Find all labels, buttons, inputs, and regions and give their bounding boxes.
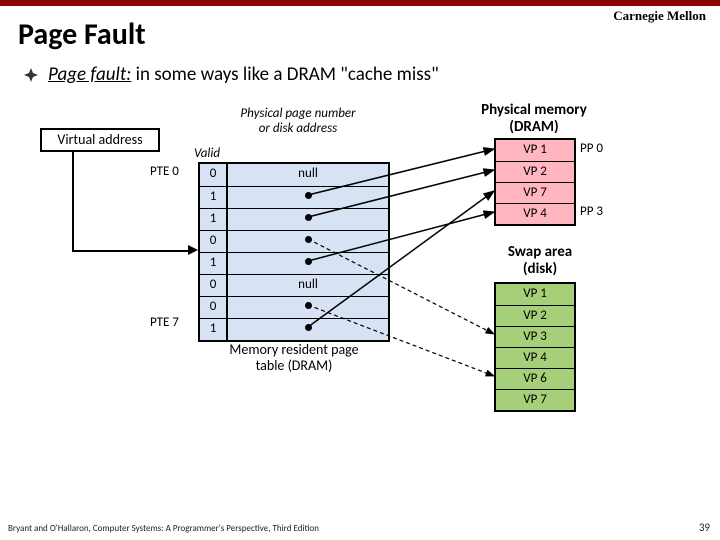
addr-cell xyxy=(228,209,388,230)
table-row: 1 xyxy=(200,252,388,274)
swap-row: VP 1 xyxy=(496,284,574,305)
table-row: 0null xyxy=(200,274,388,296)
mem-resident-caption: Memory resident page table (DRAM) xyxy=(214,342,374,374)
page-number: 39 xyxy=(699,521,710,534)
pm-table: VP 1VP 2VP 7VP 4 xyxy=(494,138,576,226)
bullet-rest: in some ways like a DRAM "cache miss" xyxy=(131,63,438,86)
pm-row: VP 1 xyxy=(496,140,574,161)
valid-cell: 0 xyxy=(200,297,228,318)
addr-cell: null xyxy=(228,164,388,186)
pointer-dot-icon xyxy=(305,302,312,309)
valid-cell: 1 xyxy=(200,253,228,274)
pm-header: Physical memory (DRAM) xyxy=(464,102,604,136)
table-row: 0 xyxy=(200,296,388,318)
bullet-row: Page fault: in some ways like a DRAM "ca… xyxy=(0,55,720,88)
pm-row: VP 7 xyxy=(496,182,574,203)
pointer-dot-icon xyxy=(305,324,312,331)
valid-cell: 1 xyxy=(200,319,228,340)
addr-cell xyxy=(228,231,388,252)
slide-title: Page Fault xyxy=(0,6,720,55)
pte0-label: PTE 0 xyxy=(150,164,179,179)
bullet-icon xyxy=(24,68,38,82)
footer-citation: Bryant and O'Hallaron, Computer Systems:… xyxy=(8,523,319,534)
connector-line xyxy=(72,250,190,252)
arrow-icon xyxy=(188,245,198,255)
pointer-dot-icon xyxy=(305,258,312,265)
valid-cell: 0 xyxy=(200,275,228,296)
swap-row: VP 6 xyxy=(496,368,574,389)
addr-cell xyxy=(228,297,388,318)
table-row: 1 xyxy=(200,186,388,208)
col-valid-header: Valid xyxy=(194,146,220,161)
table-row: 1 xyxy=(200,208,388,230)
valid-cell: 1 xyxy=(200,187,228,208)
pp3-label: PP 3 xyxy=(580,204,603,219)
addr-cell xyxy=(228,187,388,208)
bullet-emph: Page fault: xyxy=(48,63,131,86)
pointer-dot-icon xyxy=(305,214,312,221)
pointer-dot-icon xyxy=(305,192,312,199)
pm-row: VP 2 xyxy=(496,161,574,182)
diagram: Virtual address PTE 0 PTE 7 Valid Physic… xyxy=(0,96,720,476)
pointer-dot-icon xyxy=(305,236,312,243)
table-row: 0null xyxy=(200,164,388,186)
pm-row: VP 4 xyxy=(496,203,574,224)
valid-cell: 0 xyxy=(200,231,228,252)
valid-cell: 0 xyxy=(200,164,228,186)
virtual-address-box: Virtual address xyxy=(40,128,160,152)
pte7-label: PTE 7 xyxy=(150,315,179,330)
table-row: 0 xyxy=(200,230,388,252)
col-phys-header: Physical page number or disk address xyxy=(238,106,358,136)
swap-header: Swap area (disk) xyxy=(490,244,590,278)
swap-row: VP 7 xyxy=(496,389,574,410)
swap-table: VP 1VP 2VP 3VP 4VP 6VP 7 xyxy=(494,282,576,412)
swap-row: VP 4 xyxy=(496,347,574,368)
addr-cell: null xyxy=(228,275,388,296)
table-row: 1 xyxy=(200,318,388,340)
connector-line xyxy=(72,152,74,250)
cmu-brand: Carnegie Mellon xyxy=(613,8,706,24)
addr-cell xyxy=(228,253,388,274)
addr-cell xyxy=(228,319,388,340)
pp0-label: PP 0 xyxy=(580,141,603,156)
swap-row: VP 2 xyxy=(496,305,574,326)
bullet-text: Page fault: in some ways like a DRAM "ca… xyxy=(48,63,439,86)
swap-row: VP 3 xyxy=(496,326,574,347)
page-table: 0null11010null01 xyxy=(198,162,390,342)
valid-cell: 1 xyxy=(200,209,228,230)
